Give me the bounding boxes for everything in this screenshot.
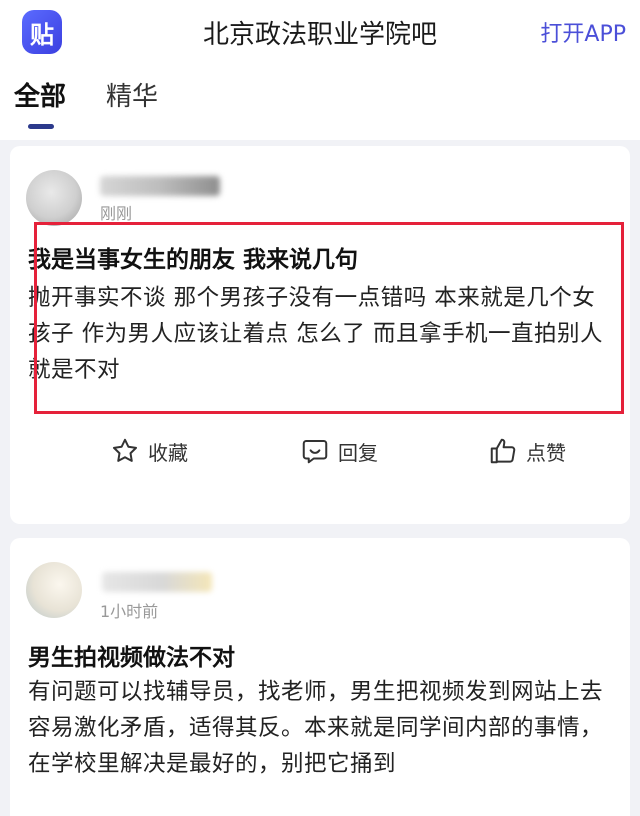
username-blurred — [102, 572, 212, 592]
post-actions: 收藏 回复 点赞 — [10, 436, 630, 476]
post-time: 1小时前 — [100, 602, 159, 621]
active-tab-indicator — [28, 124, 54, 129]
tab-featured[interactable]: 精华 — [106, 76, 158, 113]
post-card[interactable]: 1小时前 男生拍视频做法不对 有问题可以找辅导员，找老师，男生把视频发到网站上去… — [10, 538, 630, 816]
tab-all[interactable]: 全部 — [14, 76, 66, 113]
comment-icon — [302, 440, 328, 464]
post-card[interactable]: 刚刚 我是当事女生的朋友 我来说几句 抛开事实不谈 那个男孩子没有一点错吗 本来… — [10, 146, 630, 524]
like-button[interactable]: 点赞 — [488, 436, 566, 466]
avatar[interactable] — [26, 562, 82, 618]
post-time: 刚刚 — [100, 204, 133, 223]
post-title[interactable]: 男生拍视频做法不对 — [28, 638, 235, 672]
reply-button[interactable]: 回复 — [300, 436, 378, 466]
avatar[interactable] — [26, 170, 82, 226]
red-highlight-box — [34, 222, 624, 414]
username-blurred — [100, 176, 220, 196]
reply-label: 回复 — [338, 440, 378, 465]
favorite-button[interactable]: 收藏 — [110, 436, 188, 466]
thumbs-up-icon — [490, 438, 516, 464]
post-body[interactable]: 有问题可以找辅导员，找老师，男生把视频发到网站上去容易激化矛盾，适得其反。本来就… — [28, 674, 618, 782]
favorite-label: 收藏 — [148, 440, 188, 465]
tab-bar: 全部 精华 — [14, 76, 158, 113]
star-icon — [113, 438, 137, 462]
like-label: 点赞 — [526, 440, 566, 465]
app-header: 贴 北京政法职业学院吧 打开APP 全部 精华 — [0, 0, 640, 140]
open-app-button[interactable]: 打开APP — [540, 16, 626, 48]
